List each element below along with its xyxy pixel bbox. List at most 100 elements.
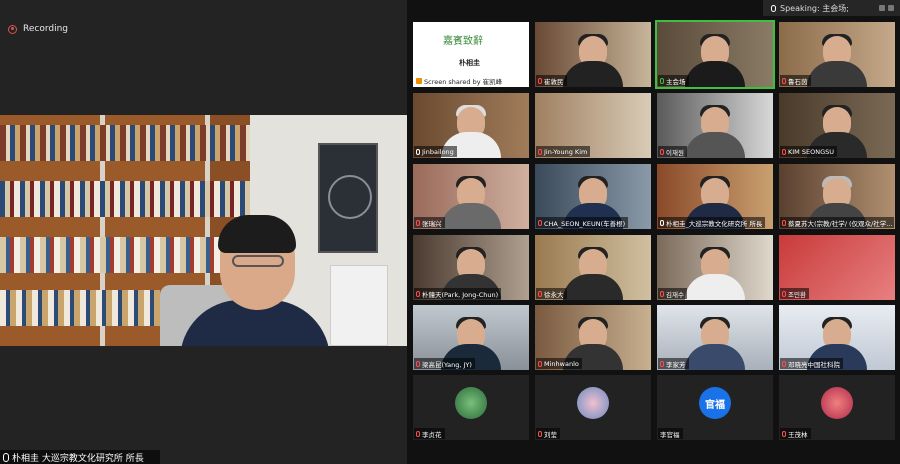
initials-avatar: 官福 — [699, 387, 731, 419]
participant-label: 张瑞兴 — [414, 217, 445, 228]
record-icon — [8, 24, 17, 34]
cabinet — [330, 265, 388, 346]
mic-muted-icon — [660, 148, 664, 155]
mic-muted-icon — [538, 148, 542, 155]
speaking-label: Speaking: 主会场; — [780, 3, 849, 13]
mic-muted-icon — [782, 148, 786, 155]
gallery-panel: Speaking: 主会场; 嘉賓致辭 朴相圭 Screen shared by… — [407, 0, 900, 464]
mic-icon — [771, 4, 776, 12]
participant-label: 刘莹 — [536, 428, 560, 439]
profile-avatar — [577, 387, 609, 419]
participant-label: CHA_SEON_KEUN(车善根) — [536, 217, 629, 228]
mic-muted-icon — [782, 360, 786, 367]
slide-subtitle: 朴相圭 — [459, 59, 480, 67]
mic-muted-icon — [538, 430, 542, 437]
participant-tile[interactable]: 조민환 — [779, 235, 895, 300]
participant-tile[interactable]: CHA_SEON_KEUN(车善根) — [535, 164, 651, 229]
mic-muted-icon — [538, 77, 542, 84]
share-screen-icon — [416, 77, 422, 84]
mic-muted-icon — [416, 219, 420, 226]
mic-muted-icon — [782, 219, 786, 226]
participant-label: 이재원 — [658, 146, 687, 157]
participant-label: 王茂林 — [780, 428, 811, 439]
participant-tile[interactable]: Jinbailong — [413, 93, 529, 158]
participant-tile[interactable]: Jin-Young Kim — [535, 93, 651, 158]
mic-muted-icon — [538, 290, 542, 297]
profile-avatar — [455, 387, 487, 419]
profile-avatar — [821, 387, 853, 419]
main-speaker-label: 朴相圭 大巡宗教文化研究所 所長 — [0, 450, 160, 464]
mic-muted-icon — [416, 290, 420, 297]
glasses — [232, 255, 284, 267]
participant-label: 崔敦民 — [536, 75, 567, 86]
recording-indicator[interactable]: Recording — [8, 22, 68, 36]
participant-label: 蔡夏苏大(宗教/社学/ (仅观众/社学... — [780, 217, 894, 228]
participant-label: Minhwanlo — [536, 358, 582, 369]
participant-tile[interactable]: 王茂林 — [779, 375, 895, 440]
book-row — [0, 290, 160, 326]
book-row — [0, 181, 250, 217]
recording-label: Recording — [23, 24, 69, 34]
main-video-panel: Recording 朴相圭 大巡宗教文化研究所 所長 — [0, 0, 407, 464]
participant-tile[interactable]: 邓晓亮中国社科院 — [779, 305, 895, 370]
mic-muted-icon — [660, 290, 664, 297]
grid-icon — [879, 5, 885, 11]
view-options[interactable] — [879, 5, 894, 11]
participant-label: KIM SEONGSU — [780, 146, 837, 157]
participant-label: 朴鐘天(Park, Jong-Chun) — [414, 288, 502, 299]
book-row — [0, 237, 250, 273]
participant-tile[interactable]: 张瑞兴 — [413, 164, 529, 229]
mic-muted-icon — [416, 360, 420, 367]
participant-label: 李官福 — [658, 428, 683, 439]
participant-label: Jin-Young Kim — [536, 146, 591, 157]
mic-icon — [3, 452, 9, 462]
participant-tile[interactable]: 김재수 — [657, 235, 773, 300]
participant-label: 邓晓亮中国社科院 — [780, 358, 843, 369]
participant-tile[interactable]: 李家芳 — [657, 305, 773, 370]
participant-label: 조민환 — [780, 288, 809, 299]
participant-label: 主会场 — [658, 75, 689, 86]
participant-tile[interactable]: 이재원 — [657, 93, 773, 158]
participant-tile-active[interactable]: 主会场 — [655, 20, 775, 89]
main-speaker-name: 朴相圭 大巡宗教文化研究所 所長 — [12, 453, 144, 464]
participant-tile[interactable]: 崔敦民 — [535, 22, 651, 87]
participant-tile[interactable]: 官福 李官福 — [657, 375, 773, 440]
participant-tile[interactable]: 徐永大 — [535, 235, 651, 300]
participant-tile[interactable]: 朴鐘天(Park, Jong-Chun) — [413, 235, 529, 300]
main-speaker-video[interactable] — [0, 115, 407, 346]
participant-label: 김재수 — [658, 288, 687, 299]
speaking-indicator: Speaking: 主会场; — [763, 0, 900, 16]
mic-active-icon — [660, 77, 664, 84]
wall-painting — [318, 143, 378, 253]
participant-label: 李贞花 — [414, 428, 445, 439]
participant-label: 李家芳 — [658, 358, 689, 369]
grid-icon — [888, 5, 894, 11]
participant-label: 鲁石茵 — [780, 75, 811, 86]
mic-icon — [416, 148, 420, 155]
book-row — [0, 125, 250, 161]
participant-tile[interactable]: 蔡夏苏大(宗教/社学/ (仅观众/社学... — [779, 164, 895, 229]
participant-label: 徐永大 — [536, 288, 567, 299]
participant-tile[interactable]: 梁高昆(Yang, JY) — [413, 305, 529, 370]
mic-muted-icon — [538, 360, 542, 367]
mic-muted-icon — [782, 77, 786, 84]
speaker-hair — [218, 215, 296, 253]
mic-muted-icon — [782, 290, 786, 297]
participant-tile[interactable]: 朴相圭_大巡宗教文化研究所 所長 — [657, 164, 773, 229]
mic-muted-icon — [782, 430, 786, 437]
participant-tile[interactable]: KIM SEONGSU — [779, 93, 895, 158]
share-label: Screen shared by 崔凯峰 — [414, 75, 506, 86]
participant-label: 梁高昆(Yang, JY) — [414, 358, 475, 369]
participant-tile[interactable]: 李贞花 — [413, 375, 529, 440]
participant-label: Jinbailong — [414, 146, 457, 157]
participant-tile[interactable]: 鲁石茵 — [779, 22, 895, 87]
participant-tile[interactable]: 刘莹 — [535, 375, 651, 440]
mic-muted-icon — [416, 430, 420, 437]
mic-muted-icon — [660, 360, 664, 367]
mic-icon — [660, 219, 664, 226]
slide-title: 嘉賓致辭 — [443, 36, 483, 47]
tile-shared-screen[interactable]: 嘉賓致辭 朴相圭 Screen shared by 崔凯峰 — [413, 22, 529, 87]
participant-tile[interactable]: Minhwanlo — [535, 305, 651, 370]
participant-label: 朴相圭_大巡宗教文化研究所 所長 — [658, 217, 766, 228]
mic-muted-icon — [538, 219, 542, 226]
